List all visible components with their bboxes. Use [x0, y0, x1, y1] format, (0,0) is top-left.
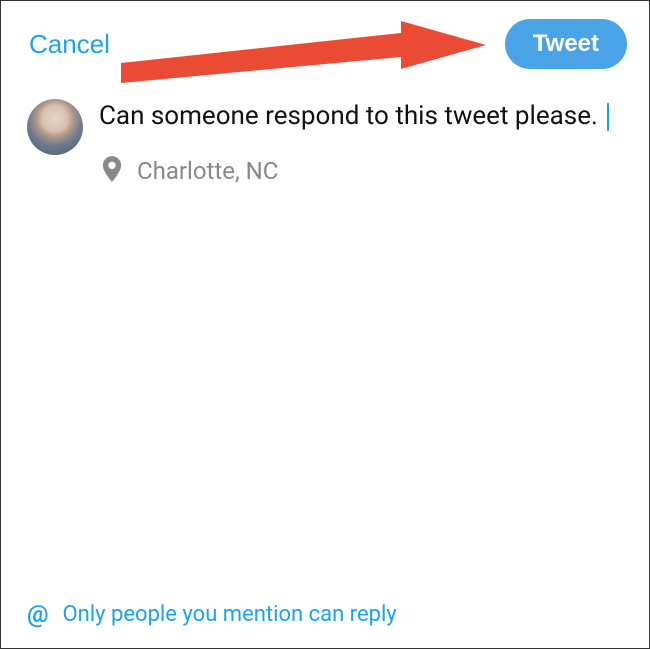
tweet-button[interactable]: Tweet: [505, 19, 627, 69]
compose-tweet-screen: Cancel Tweet Can someone respond to this…: [0, 0, 650, 649]
reply-restriction-button[interactable]: @ Only people you mention can reply: [27, 600, 397, 628]
tweet-text-input[interactable]: Can someone respond to this tweet please…: [99, 99, 625, 134]
location-tag[interactable]: Charlotte, NC: [101, 156, 625, 186]
compose-area: Can someone respond to this tweet please…: [1, 81, 649, 186]
reply-restriction-text: Only people you mention can reply: [63, 602, 397, 627]
cancel-button[interactable]: Cancel: [29, 29, 110, 60]
tweet-text-content: Can someone respond to this tweet please…: [99, 101, 604, 131]
location-pin-icon: [101, 156, 123, 186]
location-text: Charlotte, NC: [137, 157, 278, 185]
compose-body: Can someone respond to this tweet please…: [99, 99, 625, 186]
header: Cancel Tweet: [1, 1, 649, 81]
avatar[interactable]: [27, 99, 83, 155]
mention-at-icon: @: [27, 600, 49, 628]
text-cursor: [607, 103, 609, 131]
